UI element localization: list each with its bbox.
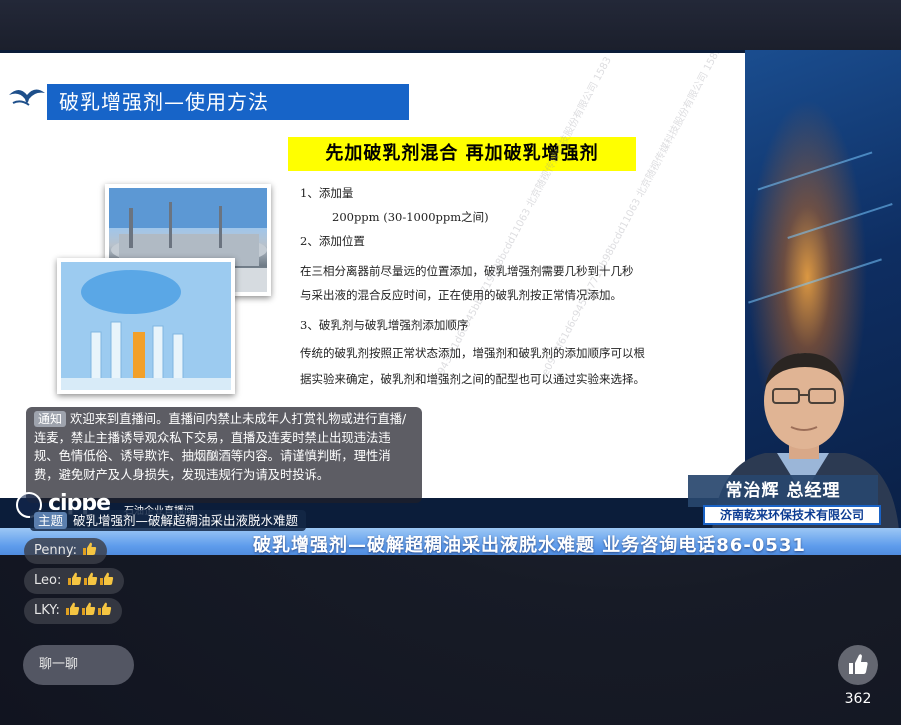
section1-value: 200ppm (30-1000ppm之间) [332, 210, 489, 224]
comment-user: Leo: [34, 573, 62, 588]
bird-logo-icon [9, 89, 45, 106]
laboratory-photo [57, 258, 235, 394]
like-count: 362 [844, 691, 872, 707]
comment-item: Penny: [24, 538, 108, 564]
top-bar [0, 0, 901, 50]
chat-input[interactable]: 聊一聊 [23, 645, 134, 685]
section3-line2: 据实验来确定，破乳剂和增强剂之间的配型也可以通过实验来选择。 [300, 372, 645, 386]
thumbs-up-icon [64, 602, 112, 618]
thumbs-up-icon [66, 572, 114, 588]
section3-line1: 传统的破乳剂按照正常状态添加，增强剂和破乳剂的添加顺序可以根 [300, 346, 645, 360]
thumbs-up-icon [67, 572, 81, 585]
comment-user: LKY: [34, 603, 60, 618]
like-button[interactable] [838, 645, 878, 685]
thumbs-up-icon [99, 572, 113, 585]
thumbs-up-icon [849, 654, 868, 674]
thumbs-up-icon [98, 602, 112, 615]
comment-item: Leo: [24, 568, 124, 594]
live-topic: 主题 破乳增强剂—破解超稠油采出液脱水难题 [30, 510, 307, 531]
topic-text: 破乳增强剂—破解超稠油采出液脱水难题 [73, 513, 299, 528]
thumbs-up-icon [81, 542, 97, 558]
section2-line2: 与采出液的混合反应时间，正在使用的破乳剂按正常情况添加。 [300, 288, 622, 302]
slide-body: 1、添加量 200ppm (30-1000ppm之间) 2、添加位置 在三相分离… [300, 183, 700, 389]
presenter-company-plate: 济南乾来环保技术有限公司 [703, 505, 881, 525]
notice-tag: 通知 [34, 411, 67, 427]
thumbs-up-icon [66, 602, 80, 615]
thumbs-up-icon [83, 572, 97, 585]
thumbs-up-icon [83, 542, 97, 555]
headline-ticker: 破乳增强剂—破解超稠油采出液脱水难题 业务咨询电话86-0531 [0, 528, 901, 555]
comment-item: LKY: [24, 598, 123, 624]
live-notice: 通知 欢迎来到直播间。直播间内禁止未成年人打赏礼物或进行直播/连麦，禁止主播诱导观… [26, 407, 422, 503]
topic-tag: 主题 [34, 512, 68, 529]
section3-heading: 3、破乳剂与破乳增强剂添加顺序 [300, 318, 469, 332]
slide-banner: 先加破乳剂混合 再加破乳增强剂 [288, 137, 636, 171]
ticker-text: 破乳增强剂—破解超稠油采出液脱水难题 业务咨询电话86-0531 [253, 535, 806, 555]
notice-text: 欢迎来到直播间。直播间内禁止未成年人打赏礼物或进行直播/连麦，禁止主播诱导观众私… [34, 412, 407, 482]
presenter-name-plate: 常治辉 总经理 [688, 475, 878, 507]
slide-title: 破乳增强剂—使用方法 [47, 84, 409, 120]
thumbs-up-icon [82, 602, 96, 615]
comment-user: Penny: [34, 543, 77, 558]
